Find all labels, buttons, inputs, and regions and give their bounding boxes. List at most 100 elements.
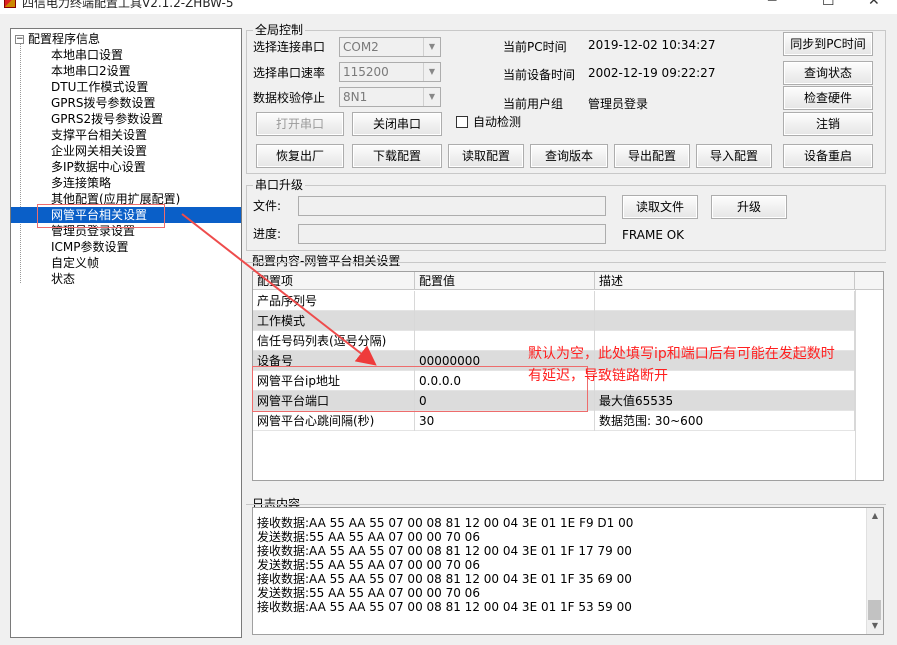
pc-time-value: 2019-12-02 10:34:27 [588,38,716,52]
config-tree[interactable]: − 配置程序信息 本地串口设置 本地串口2设置 DTU工作模式设置 GPRS拨号参数设置… [10,28,242,638]
baud-select[interactable]: 115200 ▼ [339,62,441,82]
cell-value[interactable] [415,291,595,311]
tree-root[interactable]: − 配置程序信息 [15,31,100,47]
window-title: 四信电力终端配置工具V2.1.2-ZHBW-5 [22,0,234,10]
tree-item[interactable]: ICMP参数设置 [11,239,241,255]
group-title: 全局控制 [253,23,306,37]
tree-item[interactable]: 多连接策略 [11,175,241,191]
device-time-label: 当前设备时间 [503,68,576,82]
close-port-button[interactable]: 关闭串口 [352,112,442,136]
check-hardware-button[interactable]: 检查硬件 [783,86,873,110]
tree-item[interactable]: GPRS拨号参数设置 [11,95,241,111]
user-group-label: 当前用户组 [503,97,564,111]
progress-label: 进度: [253,227,282,241]
import-config-button[interactable]: 导入配置 [696,144,772,168]
dropdown-arrow-icon[interactable]: ▼ [423,63,440,81]
log-line: 发送数据:55 AA 55 AA 07 00 00 70 06 [257,558,480,572]
tree-item[interactable]: 本地串口2设置 [11,63,241,79]
cell-desc [595,311,855,331]
tree-root-label: 配置程序信息 [28,32,101,46]
pc-time-label: 当前PC时间 [503,40,567,54]
cell-item: 信任号码列表(逗号分隔) [253,331,415,351]
table-row[interactable]: 网管平台心跳间隔(秒) 30 数据范围: 30~600 [253,411,855,431]
device-time-value: 2002-12-19 09:22:27 [588,66,716,80]
tree-item[interactable]: DTU工作模式设置 [11,79,241,95]
baud-value: 115200 [343,65,389,79]
annotation-note: 默认为空，此处填写ip和端口后有可能在发起数时 有延迟，导致链路断开 [528,343,835,387]
table-row[interactable]: 产品序列号 [253,291,855,311]
export-config-button[interactable]: 导出配置 [614,144,690,168]
maximize-icon[interactable]: ☐ [822,0,835,9]
log-divider [246,504,886,505]
download-config-button[interactable]: 下载配置 [352,144,442,168]
scroll-thumb[interactable] [868,600,881,620]
close-icon[interactable]: ✕ [868,0,880,9]
column-header-value[interactable]: 配置值 [415,272,595,290]
tree-item[interactable]: 状态 [11,271,241,287]
log-line: 发送数据:55 AA 55 AA 07 00 00 70 06 [257,530,480,544]
sync-pc-time-button[interactable]: 同步到PC时间 [783,32,873,56]
factory-reset-button[interactable]: 恢复出厂 [256,144,344,168]
log-line: 接收数据:AA 55 AA 55 07 00 08 81 12 00 04 3E… [257,572,632,586]
log-line: 接收数据:AA 55 AA 55 07 00 08 81 12 00 04 3E… [257,600,632,614]
tree-item[interactable]: 支撑平台相关设置 [11,127,241,143]
app-icon [4,0,16,8]
dropdown-arrow-icon[interactable]: ▼ [423,38,440,56]
scroll-up-icon[interactable]: ▲ [867,508,883,524]
cell-value[interactable]: 30 [415,411,595,431]
cell-item: 产品序列号 [253,291,415,311]
parity-select[interactable]: 8N1 ▼ [339,87,441,107]
read-file-button[interactable]: 读取文件 [622,195,698,219]
file-path-field[interactable] [298,196,606,216]
table-row[interactable]: 工作模式 [253,311,855,331]
cell-value[interactable] [415,311,595,331]
cell-desc [595,291,855,311]
query-status-button[interactable]: 查询状态 [783,61,873,85]
title-bar: 四信电力终端配置工具V2.1.2-ZHBW-5 ─ ☐ ✕ [0,0,897,14]
tree-item[interactable]: 多IP数据中心设置 [11,159,241,175]
auto-detect-label: 自动检测 [473,115,522,129]
annotation-highlight-tree [37,204,165,228]
grid-header: 配置项 配置值 描述 [253,272,883,290]
baud-label: 选择串口速率 [253,66,326,80]
column-header-item[interactable]: 配置项 [253,272,415,290]
upgrade-status: FRAME OK [622,228,685,242]
log-area[interactable]: 接收数据:AA 55 AA 55 07 00 08 81 12 00 04 3E… [252,507,884,635]
read-config-button[interactable]: 读取配置 [448,144,524,168]
parity-value: 8N1 [343,90,368,104]
user-group-value: 管理员登录 [588,97,649,111]
log-line: 接收数据:AA 55 AA 55 07 00 08 81 12 00 04 3E… [257,516,634,530]
log-line: 接收数据:AA 55 AA 55 07 00 08 81 12 00 04 3E… [257,544,632,558]
parity-label: 数据校验停止 [253,91,326,105]
tree-item[interactable]: 本地串口设置 [11,47,241,63]
upgrade-progress-bar [298,224,606,244]
minimize-icon[interactable]: ─ [768,0,776,9]
group-title: 串口升级 [253,178,306,192]
tree-item[interactable]: 自定义帧 [11,255,241,271]
log-line: 发送数据:55 AA 55 AA 07 00 00 70 06 [257,586,480,600]
file-label: 文件: [253,199,282,213]
dropdown-arrow-icon[interactable]: ▼ [423,88,440,106]
tree-item[interactable]: 企业网关相关设置 [11,143,241,159]
config-content-title: 配置内容-网管平台相关设置 [250,253,403,269]
collapse-icon[interactable]: − [15,35,24,44]
cell-item: 工作模式 [253,311,415,331]
auto-detect-checkbox[interactable] [456,116,468,128]
logout-button[interactable]: 注销 [783,112,873,136]
port-select[interactable]: COM2 ▼ [339,37,441,57]
tree-item[interactable]: GPRS2拨号参数设置 [11,111,241,127]
open-port-button[interactable]: 打开串口 [256,112,344,136]
upgrade-button[interactable]: 升级 [711,195,787,219]
reboot-button[interactable]: 设备重启 [783,144,873,168]
annotation-line-2: 有延迟，导致链路断开 [528,368,668,384]
config-divider [246,262,886,263]
query-version-button[interactable]: 查询版本 [530,144,608,168]
cell-desc: 最大值65535 [595,391,855,411]
log-scrollbar[interactable]: ▲ ▼ [866,508,883,634]
port-label: 选择连接串口 [253,40,326,54]
grid-edge [855,290,856,480]
column-header-desc[interactable]: 描述 [595,272,855,290]
cell-desc: 数据范围: 30~600 [595,411,855,431]
port-value: COM2 [343,40,379,54]
scroll-down-icon[interactable]: ▼ [867,618,883,634]
